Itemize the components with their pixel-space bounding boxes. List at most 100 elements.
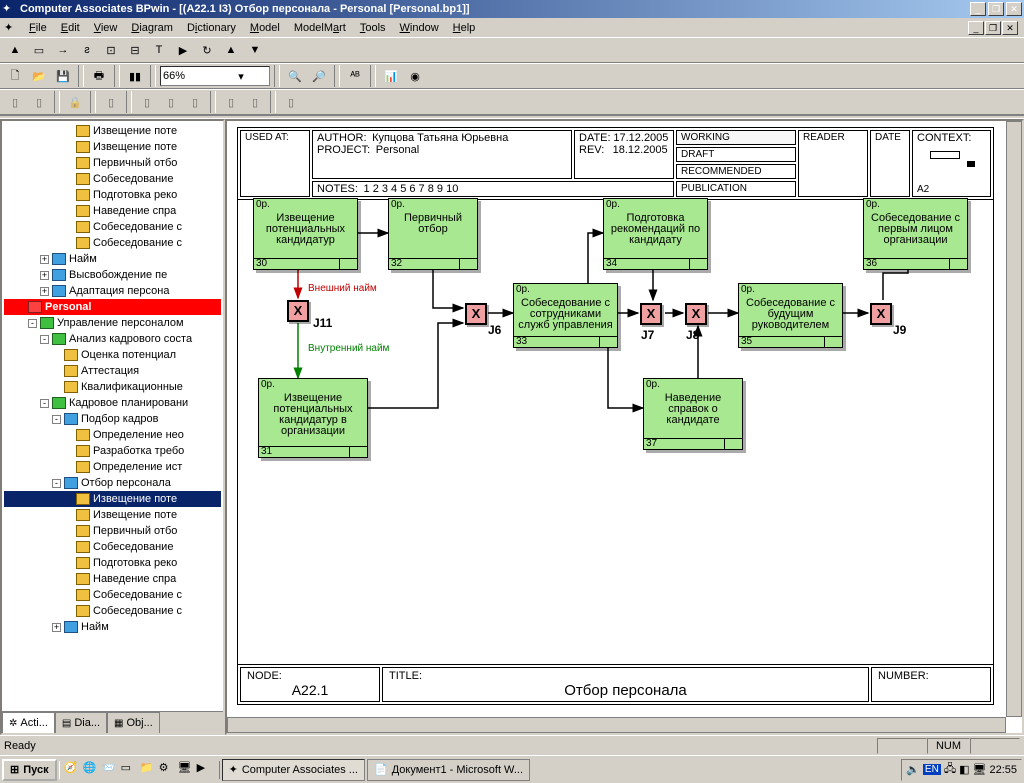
tree-node[interactable]: Аттестация xyxy=(4,363,221,379)
tray-vol-icon[interactable]: 🔈 xyxy=(906,763,920,776)
arrow-tool-icon[interactable]: → xyxy=(52,39,74,61)
tray-lang-icon[interactable]: EN xyxy=(923,764,941,775)
activity-tool-icon[interactable]: ▭ xyxy=(28,39,50,61)
maximize-button[interactable]: ❐ xyxy=(988,2,1004,16)
menu-modelmart[interactable]: ModelMart xyxy=(287,20,353,36)
start-button[interactable]: ⊞ Пуск xyxy=(2,759,57,781)
goto-child-icon[interactable]: ↻ xyxy=(196,39,218,61)
tree-node[interactable]: -Анализ кадрового соста xyxy=(4,331,221,347)
menu-diagram[interactable]: Diagram xyxy=(124,20,180,36)
tree-node[interactable]: Собеседование xyxy=(4,171,221,187)
external-ref-tool-icon[interactable]: ⊡ xyxy=(100,39,122,61)
minimize-button[interactable]: _ xyxy=(970,2,986,16)
model-explorer-icon[interactable]: ▮▮ xyxy=(124,65,146,87)
ql-icon-4[interactable]: ▭ xyxy=(121,761,139,779)
activity-31[interactable]: 0р. Извещение потенциальных кандидатур в… xyxy=(258,378,368,458)
activity-33[interactable]: 0р. Собеседование с сотрудниками служб у… xyxy=(513,283,618,348)
tree-node[interactable]: Определение нео xyxy=(4,427,221,443)
nav-down-icon[interactable]: ▼ xyxy=(244,39,266,61)
nav-up-icon[interactable]: ▲ xyxy=(220,39,242,61)
tree-expander[interactable]: - xyxy=(40,335,49,344)
tree-node[interactable]: Собеседование с xyxy=(4,235,221,251)
tab-activities[interactable]: ✲ Acti... xyxy=(2,712,55,733)
tree-node[interactable]: Извещение поте xyxy=(4,123,221,139)
tree-expander[interactable]: + xyxy=(40,255,49,264)
text-tool-icon[interactable]: T xyxy=(148,39,170,61)
tree-expander[interactable]: - xyxy=(40,399,49,408)
tree-node[interactable]: Извещение поте xyxy=(4,491,221,507)
pointer-tool-icon[interactable]: ▲ xyxy=(4,39,26,61)
mdi-restore-button[interactable]: ❐ xyxy=(985,21,1001,35)
activity-30[interactable]: 0р. Извещение потенциальных кандидатур 3… xyxy=(253,198,358,270)
tree-node[interactable]: -Управление персоналом xyxy=(4,315,221,331)
activity-32[interactable]: 0р. Первичный отбор 32 xyxy=(388,198,478,270)
ql-icon-1[interactable]: 🧭 xyxy=(64,761,82,779)
scrollbar-vertical[interactable] xyxy=(1006,121,1022,717)
spellcheck-icon[interactable]: ᴬᴮ xyxy=(344,65,366,87)
tree-expander[interactable]: + xyxy=(40,271,49,280)
new-icon[interactable]: 🗋 xyxy=(4,65,26,87)
open-icon[interactable]: 📂 xyxy=(28,65,50,87)
tree-expander[interactable]: - xyxy=(28,319,37,328)
ql-icon-2[interactable]: 🌐 xyxy=(83,761,101,779)
close-button[interactable]: ✕ xyxy=(1006,2,1022,16)
activity-35[interactable]: 0р. Собеседование с будущим руководителе… xyxy=(738,283,843,348)
tree-node[interactable]: Собеседование с xyxy=(4,587,221,603)
tree-expander[interactable]: - xyxy=(52,479,61,488)
menu-model[interactable]: Model xyxy=(243,20,287,36)
mdi-minimize-button[interactable]: _ xyxy=(968,21,984,35)
menu-dictionary[interactable]: Dictionary xyxy=(180,20,243,36)
diagram-area[interactable]: 0р. Извещение потенциальных кандидатур 3… xyxy=(238,188,993,666)
junction-j6[interactable]: X xyxy=(465,303,487,325)
tree-node[interactable]: Собеседование xyxy=(4,539,221,555)
tree-node[interactable]: -Кадровое планировани xyxy=(4,395,221,411)
tree-expander[interactable]: - xyxy=(52,415,61,424)
tree-node[interactable]: +Адаптация персона xyxy=(4,283,221,299)
tree-node[interactable]: Наведение спра xyxy=(4,203,221,219)
tab-diagrams[interactable]: ▤ Dia... xyxy=(55,712,107,733)
tree-expander[interactable]: + xyxy=(40,287,49,296)
diagram-canvas[interactable]: USED AT: AUTHOR: Купцова Татьяна Юрьевна… xyxy=(225,119,1024,735)
taskbar-app-bpwin[interactable]: ✦ Computer Associates ... xyxy=(222,759,365,781)
datastore-tool-icon[interactable]: ⊟ xyxy=(124,39,146,61)
tree-node[interactable]: Первичный отбо xyxy=(4,523,221,539)
tree[interactable]: Извещение потеИзвещение потеПервичный от… xyxy=(2,121,223,637)
ql-icon-8[interactable]: ▶ xyxy=(197,761,215,779)
tree-node[interactable]: +Найм xyxy=(4,251,221,267)
activity-34[interactable]: 0р. Подготовка рекомендаций по кандидату… xyxy=(603,198,708,270)
tree-node[interactable]: Собеседование с xyxy=(4,219,221,235)
tree-expander[interactable]: + xyxy=(52,623,61,632)
menu-window[interactable]: Window xyxy=(393,20,446,36)
tab-objects[interactable]: ▦ Obj... xyxy=(107,712,160,733)
activity-37[interactable]: 0р. Наведение справок о кандидате 37 xyxy=(643,378,743,450)
tree-node[interactable]: +Высвобождение пе xyxy=(4,267,221,283)
mdi-close-button[interactable]: ✕ xyxy=(1002,21,1018,35)
tree-node[interactable]: Оценка потенциал xyxy=(4,347,221,363)
junction-j7[interactable]: X xyxy=(640,303,662,325)
tree-node[interactable]: Разработка требо xyxy=(4,443,221,459)
ql-icon-5[interactable]: 📁 xyxy=(140,761,158,779)
save-icon[interactable]: 💾 xyxy=(52,65,74,87)
menu-file[interactable]: File xyxy=(22,20,54,36)
tree-node[interactable]: -Подбор кадров xyxy=(4,411,221,427)
taskbar-app-word[interactable]: 📄 Документ1 - Microsoft W... xyxy=(367,759,530,781)
scrollbar-horizontal[interactable] xyxy=(227,717,1006,733)
tree-node[interactable]: Извещение поте xyxy=(4,139,221,155)
tree-node[interactable]: Подготовка реко xyxy=(4,187,221,203)
tray-6-icon[interactable]: ◧ xyxy=(959,763,969,776)
tree-node[interactable]: Определение ист xyxy=(4,459,221,475)
ql-icon-3[interactable]: 📨 xyxy=(102,761,120,779)
zoom-combo[interactable]: 66%▾ xyxy=(160,66,270,86)
zoom-out-icon[interactable]: 🔎 xyxy=(308,65,330,87)
zoom-in-icon[interactable]: 🔍 xyxy=(284,65,306,87)
squiggle-tool-icon[interactable]: ƨ xyxy=(76,39,98,61)
tree-node[interactable]: Извещение поте xyxy=(4,507,221,523)
junction-j9[interactable]: X xyxy=(870,303,892,325)
menu-view[interactable]: View xyxy=(87,20,125,36)
report-icon[interactable]: 📊 xyxy=(380,65,402,87)
ql-icon-6[interactable]: ⚙ xyxy=(159,761,177,779)
junction-j8[interactable]: X xyxy=(685,303,707,325)
tree-node[interactable]: Первичный отбо xyxy=(4,155,221,171)
simulation-icon[interactable]: ◉ xyxy=(404,65,426,87)
chevron-down-icon[interactable]: ▾ xyxy=(215,70,267,83)
